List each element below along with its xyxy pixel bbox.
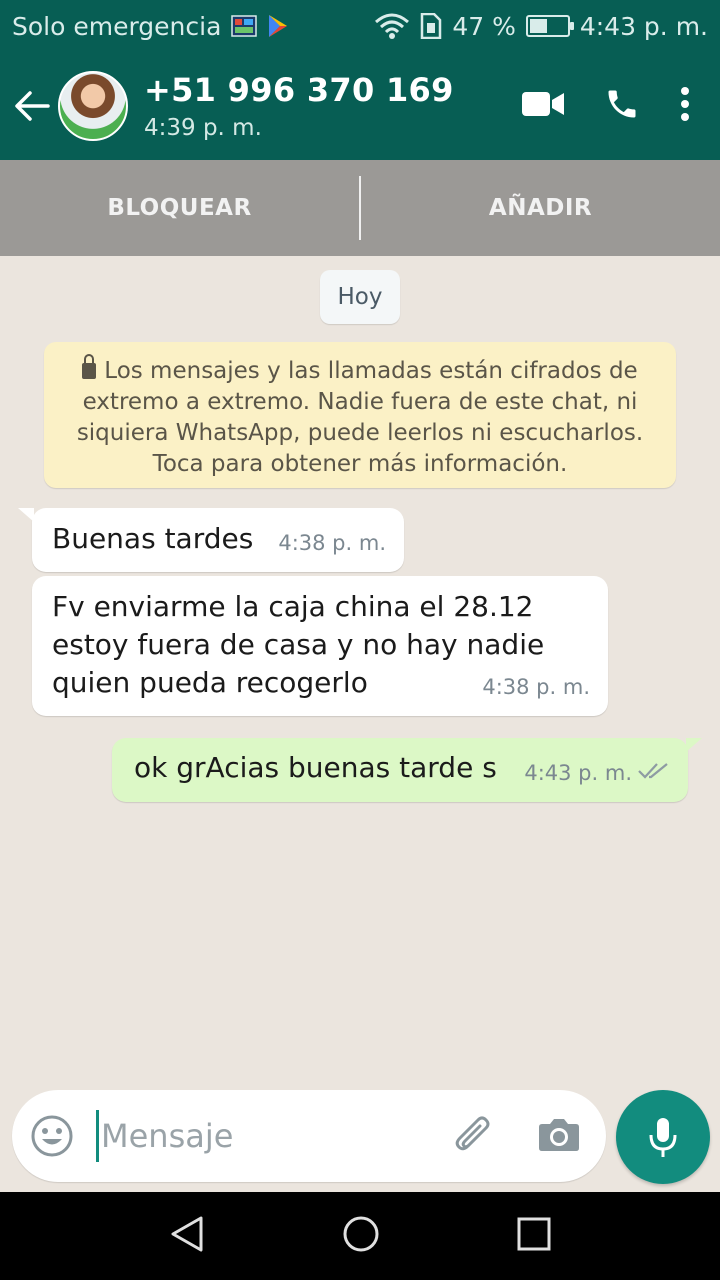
contact-info[interactable]: +51 996 370 169 4:39 p. m. <box>144 71 454 141</box>
gallery-notification-icon <box>231 15 258 37</box>
sim-icon <box>420 13 442 39</box>
encryption-notice[interactable]: Los mensajes y las llamadas están cifrad… <box>44 342 676 488</box>
message-composer[interactable]: Mensaje <box>12 1090 606 1182</box>
more-options-icon[interactable] <box>680 87 690 125</box>
outgoing-message[interactable]: ok grAcias buenas tarde s 4:43 p. m. <box>112 738 702 802</box>
message-text: Fv enviarme la caja china el 28.12 <box>52 590 534 623</box>
status-bar: Solo emergencia 47 % 4:43 p. m. <box>0 0 720 52</box>
video-call-icon[interactable] <box>522 90 564 122</box>
message-time: 4:38 p. m. <box>278 531 386 555</box>
lock-icon <box>82 354 97 379</box>
mic-button[interactable] <box>616 1090 710 1184</box>
battery-percent: 47 % <box>452 11 516 41</box>
text-caret <box>96 1110 99 1162</box>
block-button[interactable]: BLOQUEAR <box>0 195 359 221</box>
last-seen: 4:39 p. m. <box>144 115 262 141</box>
double-check-icon <box>638 752 670 790</box>
navigation-bar <box>0 1192 720 1280</box>
message-input[interactable]: Mensaje <box>101 1117 233 1155</box>
battery-icon <box>525 15 574 37</box>
carrier-label: Solo emergencia <box>12 11 222 41</box>
camera-icon[interactable] <box>538 1116 580 1156</box>
voice-call-icon[interactable] <box>604 86 640 126</box>
incoming-message[interactable]: Fv enviarme la caja china el 28.12 estoy… <box>32 576 608 716</box>
date-chip: Hoy <box>320 270 400 324</box>
message-time: 4:38 p. m. <box>482 675 590 699</box>
wifi-icon <box>374 12 410 40</box>
notice-line: siquiera WhatsApp, puede leerlos ni escu… <box>76 420 644 446</box>
back-arrow-icon[interactable] <box>4 52 60 160</box>
mic-icon <box>649 1118 677 1157</box>
play-store-icon <box>267 14 289 38</box>
composer-bar: Mensaje <box>0 1086 720 1192</box>
clock: 4:43 p. m. <box>579 11 708 41</box>
attach-icon[interactable] <box>450 1112 494 1160</box>
chat-area[interactable]: Hoy Los mensajes y las llamadas están ci… <box>0 256 720 1086</box>
unknown-contact-bar: BLOQUEAR AÑADIR <box>0 160 720 256</box>
notice-line: Toca para obtener más información. <box>152 451 568 477</box>
notice-line: extremo a extremo. Nadie fuera de este c… <box>82 389 638 415</box>
recents-nav-icon[interactable] <box>517 1217 551 1255</box>
add-contact-button[interactable]: AÑADIR <box>361 195 720 221</box>
avatar[interactable] <box>58 71 128 141</box>
emoji-icon[interactable] <box>30 1114 74 1158</box>
home-nav-icon[interactable] <box>342 1215 380 1257</box>
back-nav-icon[interactable] <box>169 1215 205 1257</box>
notice-line: Los mensajes y las llamadas están cifrad… <box>104 358 638 384</box>
message-text: estoy fuera de casa y no hay nadie <box>52 628 545 661</box>
contact-name: +51 996 370 169 <box>144 71 454 109</box>
message-time: 4:43 p. m. <box>524 761 632 785</box>
chat-header: +51 996 370 169 4:39 p. m. <box>0 52 720 160</box>
incoming-message[interactable]: Buenas tardes 4:38 p. m. <box>18 508 404 572</box>
